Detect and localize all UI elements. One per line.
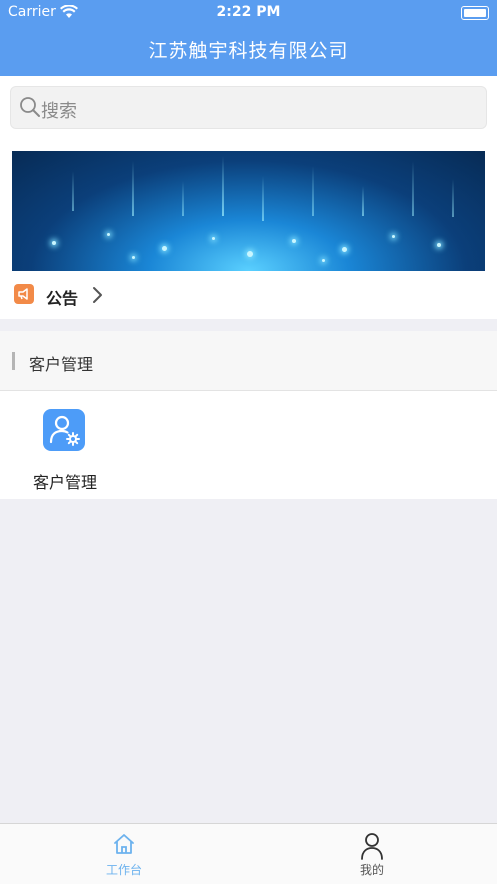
section-title: 客户管理 [29, 355, 94, 374]
tab-workbench[interactable]: 工作台 [84, 830, 164, 882]
tab-label: 我的 [359, 863, 384, 877]
page-title: 江苏触宇科技有限公司 [148, 40, 349, 62]
home-icon [114, 834, 134, 854]
search-icon [20, 97, 40, 117]
status-bar: Carrier 2:22 PM [0, 4, 497, 24]
tab-me[interactable]: 我的 [332, 830, 412, 882]
tab-bar: 工作台 我的 [0, 823, 497, 884]
battery-icon [461, 6, 489, 20]
chevron-right-icon [93, 287, 102, 303]
app-grid: 客户管理 [0, 391, 497, 499]
banner-image[interactable] [12, 151, 485, 271]
section-marker [12, 352, 15, 370]
section-header: 客户管理 [0, 331, 497, 391]
person-icon [361, 833, 383, 860]
app-header: Carrier 2:22 PM 江苏触宇科技有限公司 [0, 0, 497, 76]
notice-row[interactable]: 公告 [0, 278, 497, 314]
notice-label: 公告 [46, 289, 79, 308]
search-placeholder: 搜索 [41, 101, 77, 122]
search-input[interactable]: 搜索 [10, 86, 487, 129]
app-label: 客户管理 [32, 473, 97, 492]
megaphone-icon [14, 284, 34, 304]
status-time: 2:22 PM [216, 4, 281, 20]
app-item-customer-management[interactable]: 客户管理 [20, 401, 110, 492]
user-settings-icon [43, 409, 85, 451]
tab-label: 工作台 [105, 863, 142, 877]
